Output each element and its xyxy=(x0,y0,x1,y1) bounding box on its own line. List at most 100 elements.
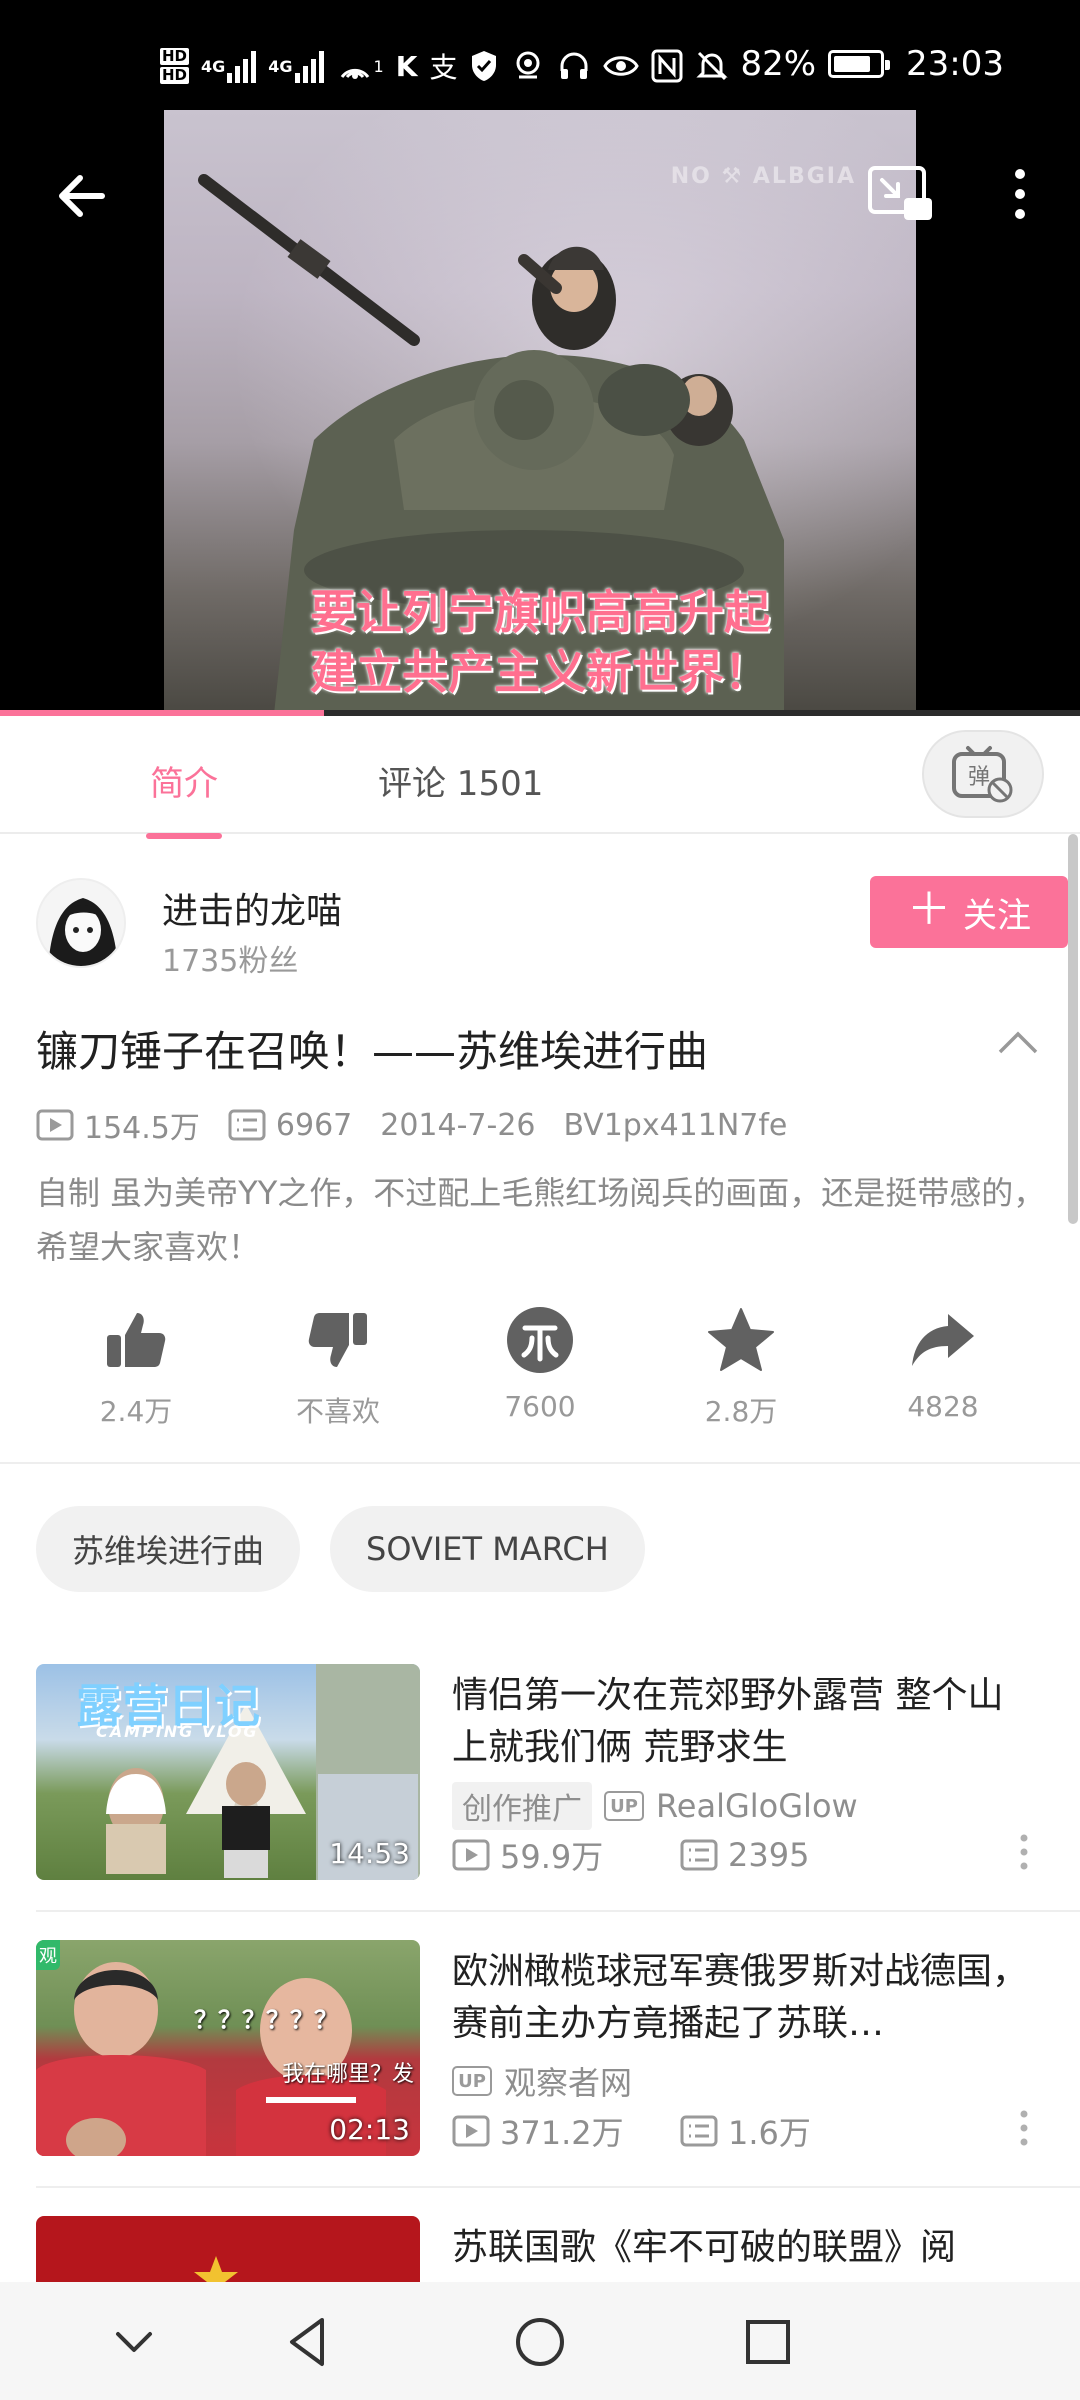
related-uploader: 观察者网 xyxy=(504,2064,633,2102)
video-description: 自制 虽为美帝YY之作，不过配上毛熊红场阅兵的画面，还是挺带感的，希望大家喜欢！ xyxy=(36,1174,1046,1266)
dislike-label: 不喜欢 xyxy=(295,1395,380,1428)
danmaku-glyph: 弹 xyxy=(968,765,990,790)
hd-label-1: HD xyxy=(160,47,190,65)
k-app-icon: K xyxy=(395,49,418,83)
promo-badge: 创作推广 xyxy=(452,1782,592,1830)
eye-icon xyxy=(603,46,640,86)
tag-chip[interactable]: SOVIET MARCH xyxy=(330,1506,645,1592)
divider xyxy=(36,1910,1080,1912)
video-player[interactable]: HD HD 4G 4G 1 K 支 82% 23:03 NO ⚒ ALBGIA … xyxy=(0,0,1080,716)
coin-button[interactable]: 7600 xyxy=(460,1300,620,1423)
status-right: 82% 23:03 xyxy=(740,44,1004,84)
dislike-button[interactable]: 不喜欢 xyxy=(258,1300,418,1430)
video-title-row[interactable]: 镰刀锤子在召唤！——苏维埃进行曲 xyxy=(36,1018,1046,1078)
chevron-up-icon[interactable] xyxy=(996,1028,1040,1058)
plus-icon: ＋ xyxy=(907,884,951,935)
related-thumbnail[interactable] xyxy=(36,2216,420,2282)
danmaku-count: 6967 xyxy=(228,1108,352,1143)
nfc-icon xyxy=(651,46,683,86)
hide-keyboard-icon[interactable] xyxy=(104,2312,164,2372)
tag-chip[interactable]: 苏维埃进行曲 xyxy=(36,1506,301,1592)
tag-list: 苏维埃进行曲 SOVIET MARCH xyxy=(36,1506,645,1592)
hd-label-2: HD xyxy=(160,66,190,84)
thumbnail-subtitle-text: 我在哪里？发 xyxy=(282,2062,415,2087)
publish-date: 2014-7-26 xyxy=(380,1107,536,1143)
favorite-count: 2.8万 xyxy=(704,1395,778,1428)
thumbs-down-icon xyxy=(258,1300,418,1380)
related-danmaku-value: 1.6万 xyxy=(728,2114,811,2152)
clock: 23:03 xyxy=(906,44,1004,84)
related-title: 欧洲橄榄球冠军赛俄罗斯对战德国，赛前主办方竟播起了苏联… xyxy=(452,1951,1029,2044)
detail-tabs: 简介 评论 1501 弹 xyxy=(0,716,1080,839)
channel-corner-badge: 观 xyxy=(36,1940,60,1970)
avatar[interactable] xyxy=(36,878,126,968)
play-count-icon xyxy=(452,2115,490,2147)
uploader-fans: 1735粉丝 xyxy=(162,944,299,979)
signal-1-label: 4G xyxy=(201,56,226,76)
coin-count: 7600 xyxy=(504,1390,576,1423)
share-arrow-icon xyxy=(863,1300,1023,1380)
shield-icon xyxy=(469,46,499,86)
danmaku-toggle-button[interactable]: 弹 xyxy=(922,730,1044,818)
recents-square-icon[interactable] xyxy=(738,2312,798,2372)
star-icon xyxy=(661,1300,821,1380)
alipay-icon: 支 xyxy=(429,51,458,84)
danmaku-count-icon xyxy=(680,2115,718,2147)
view-count: 154.5万 xyxy=(36,1103,200,1147)
up-badge: UP xyxy=(452,2066,492,2096)
related-danmaku: 1.6万 xyxy=(680,2108,811,2154)
related-video-item[interactable]: 苏联国歌《牢不可破的联盟》阅 xyxy=(36,2216,1046,2282)
share-count: 4828 xyxy=(907,1390,979,1423)
action-bar: 2.4万 不喜欢 7600 2.8万 4828 xyxy=(0,1300,1080,1440)
back-triangle-icon[interactable] xyxy=(278,2312,338,2372)
home-circle-icon[interactable] xyxy=(510,2312,570,2372)
more-vertical-icon[interactable] xyxy=(1018,1832,1030,1872)
related-video-item[interactable]: 观 ？？？？？？ 我在哪里？发 02:13 欧洲橄榄球冠军赛俄罗斯对战德国，赛前… xyxy=(36,1940,1046,2160)
danmaku-count-icon xyxy=(680,1839,718,1871)
related-views-value: 59.9万 xyxy=(500,1838,604,1876)
picture-in-picture-icon[interactable] xyxy=(866,164,936,226)
subtitle-line-1: 要让列宁旗帜高高升起 xyxy=(310,585,770,639)
signal-2-icon: 4G xyxy=(268,46,324,86)
back-arrow-icon[interactable] xyxy=(52,164,116,228)
scrollbar[interactable] xyxy=(1068,834,1078,1224)
tab-comments[interactable]: 评论 1501 xyxy=(378,756,543,805)
follow-button[interactable]: ＋ 关注 xyxy=(870,876,1068,948)
location-icon xyxy=(511,46,545,86)
status-icons-left: HD HD 4G 4G 1 K 支 xyxy=(160,40,729,92)
play-count-icon xyxy=(452,1839,490,1871)
coin-icon xyxy=(460,1300,620,1380)
divider xyxy=(0,1462,1080,1464)
status-bar: HD HD 4G 4G 1 K 支 82% 23:03 xyxy=(0,0,1080,108)
uploader-name[interactable]: 进击的龙喵 xyxy=(162,882,342,934)
related-views: 59.9万 xyxy=(452,1832,680,1878)
subtitle-line-2: 建立共产主义新世界！ xyxy=(310,645,770,699)
play-count-icon xyxy=(36,1109,74,1141)
follow-label: 关注 xyxy=(963,895,1031,936)
related-uploader-row: 创作推广 UP RealGloGlow xyxy=(452,1782,858,1830)
battery-level xyxy=(834,56,871,72)
related-thumbnail[interactable]: 观 ？？？？？？ 我在哪里？发 02:13 xyxy=(36,1940,420,2156)
more-vertical-icon[interactable] xyxy=(1000,160,1040,230)
related-views: 371.2万 xyxy=(452,2108,680,2154)
more-vertical-icon[interactable] xyxy=(1018,2108,1030,2148)
favorite-button[interactable]: 2.8万 xyxy=(661,1300,821,1430)
related-views-value: 371.2万 xyxy=(500,2114,624,2152)
headphones-icon xyxy=(557,46,591,86)
like-button[interactable]: 2.4万 xyxy=(56,1300,216,1430)
share-button[interactable]: 4828 xyxy=(863,1300,1023,1423)
system-navigation-bar xyxy=(0,2282,1080,2400)
related-thumbnail[interactable]: 露营日记 CAMPING VLOG 14:53 xyxy=(36,1664,420,1880)
video-meta-row: 154.5万 6967 2014-7-26 BV1px411N7fe xyxy=(36,1100,815,1150)
thumbnail-subtitle-text: CAMPING VLOG xyxy=(96,1722,259,1741)
danmaku-count-icon xyxy=(228,1109,266,1141)
related-uploader: RealGloGlow xyxy=(656,1787,858,1825)
related-video-item[interactable]: 露营日记 CAMPING VLOG 14:53 情侣第一次在荒郊野外露营 整个山… xyxy=(36,1664,1046,1884)
hd-voice-indicator: HD HD xyxy=(160,47,190,85)
hotspot-icon: 1 xyxy=(336,46,384,86)
bvid: BV1px411N7fe xyxy=(563,1107,788,1143)
mute-bell-icon xyxy=(695,46,729,86)
signal-1-icon: 4G xyxy=(201,46,257,86)
video-frame[interactable]: NO ⚒ ALBGIA 要让列宁旗帜高高升起 建立共产主义新世界！ xyxy=(164,110,916,714)
tab-intro[interactable]: 简介 xyxy=(146,756,222,839)
